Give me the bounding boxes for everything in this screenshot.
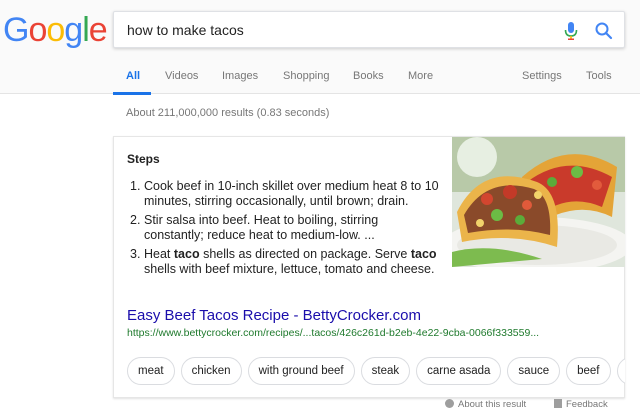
logo-letter: e — [88, 11, 108, 49]
step-text: Cook beef in 10-inch skillet over medium… — [144, 179, 439, 208]
chip-steak[interactable]: steak — [360, 357, 411, 385]
search-box[interactable]: how to make tacos — [113, 11, 625, 48]
list-item: 3. Heat taco shells as directed on packa… — [130, 247, 440, 277]
logo-letter: g — [64, 11, 83, 49]
search-input[interactable]: how to make tacos — [127, 22, 244, 38]
result-stats: About 211,000,000 results (0.83 seconds) — [126, 107, 330, 119]
settings-link[interactable]: Settings — [522, 70, 562, 82]
feedback-label: Feedback — [566, 399, 608, 408]
tacos-photo[interactable] — [452, 137, 625, 267]
google-logo[interactable]: Google — [3, 10, 108, 50]
help-icon — [445, 399, 454, 408]
list-item: 1. Cook beef in 10-inch skillet over med… — [130, 179, 440, 209]
about-result-link[interactable]: About this result — [445, 399, 526, 408]
tab-images[interactable]: Images — [222, 70, 258, 82]
step-number: 2. — [130, 213, 141, 227]
result-url: https://www.bettycrocker.com/recipes/...… — [127, 327, 540, 339]
feedback-icon — [554, 399, 562, 408]
step-text: Stir salsa into beef. Heat to boiling, s… — [144, 213, 379, 242]
about-label: About this result — [458, 399, 527, 408]
tab-books[interactable]: Books — [353, 70, 384, 82]
tab-more[interactable]: More — [408, 70, 433, 82]
search-header: Google how to make tacos All Videos Imag… — [0, 0, 640, 94]
step-keyword: taco — [173, 247, 200, 261]
chip-beef[interactable]: beef — [566, 357, 611, 385]
result-title-link[interactable]: Easy Beef Tacos Recipe - BettyCrocker.co… — [127, 307, 421, 324]
logo-letter: o — [46, 11, 65, 49]
active-tab-indicator — [113, 92, 151, 95]
step-text: Heat — [144, 247, 174, 261]
chip-meat[interactable]: meat — [127, 357, 175, 385]
snippet-heading: Steps — [127, 152, 160, 166]
step-text: shells with beef mixture, lettuce, tomat… — [144, 262, 435, 276]
step-keyword: taco — [410, 247, 437, 261]
featured-snippet: Steps 1. Cook beef in 10-inch skillet ov… — [113, 136, 625, 398]
list-item: 2. Stir salsa into beef. Heat to boiling… — [130, 213, 440, 243]
logo-letter: G — [3, 11, 29, 49]
snippet-footer: About this result Feedback — [0, 397, 640, 408]
step-text: shells as directed on package. Serve — [199, 247, 411, 261]
steps-list: 1. Cook beef in 10-inch skillet over med… — [130, 179, 440, 281]
step-number: 3. — [130, 247, 141, 261]
refinement-chips: meat chicken with ground beef steak carne as… — [127, 357, 625, 387]
mic-icon[interactable] — [562, 21, 580, 41]
chip-chicken[interactable]: chicken — [180, 357, 242, 385]
chip-g[interactable]: g — [616, 357, 625, 385]
feedback-link[interactable]: Feedback — [554, 399, 608, 408]
tools-link[interactable]: Tools — [586, 70, 612, 82]
tab-videos[interactable]: Videos — [165, 70, 198, 82]
search-tabs: All Videos Images Shopping Books More Se… — [0, 62, 640, 94]
tab-all[interactable]: All — [126, 70, 140, 82]
chip-sauce[interactable]: sauce — [507, 357, 561, 385]
search-icon[interactable] — [594, 21, 614, 41]
chip-with-ground-beef[interactable]: with ground beef — [247, 357, 355, 385]
tab-shopping[interactable]: Shopping — [283, 70, 330, 82]
logo-letter: o — [28, 11, 47, 49]
chip-carne-asada[interactable]: carne asada — [416, 357, 502, 385]
step-number: 1. — [130, 179, 141, 193]
